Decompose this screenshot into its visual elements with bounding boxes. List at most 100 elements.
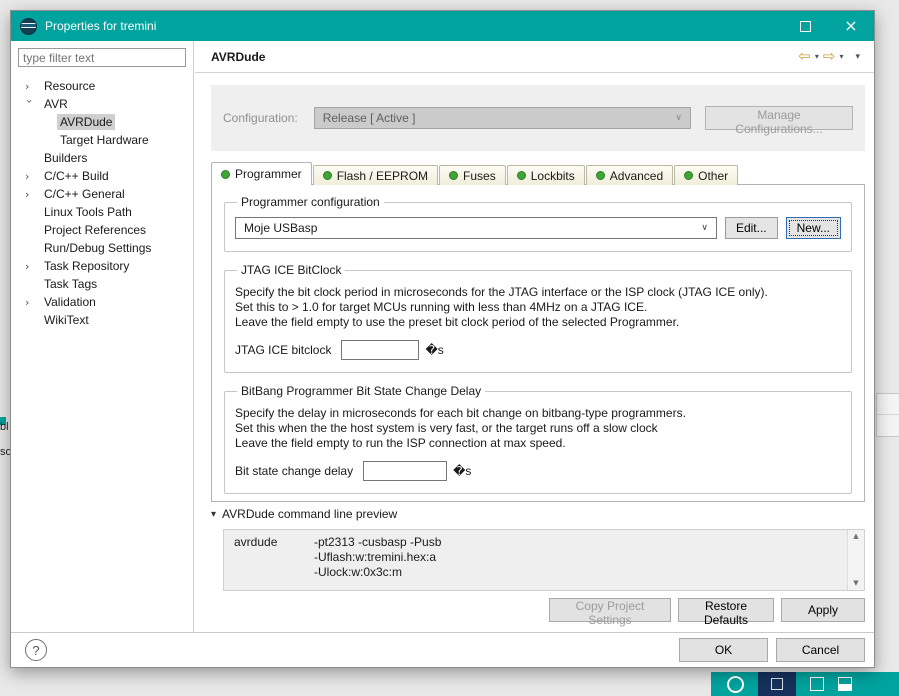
filter-input[interactable] <box>18 48 186 67</box>
chevron-right-icon[interactable]: › <box>25 171 41 182</box>
command-line-preview-toggle[interactable]: ▾ AVRDude command line preview <box>211 507 397 521</box>
tab-fuses[interactable]: Fuses <box>439 165 506 185</box>
chevron-right-icon[interactable]: › <box>25 81 41 92</box>
tab-bar: Programmer Flash / EEPROM Fuses Lockbits… <box>211 162 865 186</box>
back-arrow-icon[interactable]: ⇦ <box>798 49 811 64</box>
eclipse-app-icon <box>20 17 37 35</box>
tab-programmer[interactable]: Programmer <box>211 162 312 186</box>
edit-programmer-button[interactable]: Edit... <box>724 217 778 239</box>
properties-tree: › Resource › AVR AVRDude Target Hardware B… <box>11 77 193 329</box>
tab-advanced[interactable]: Advanced <box>585 165 674 185</box>
cancel-button[interactable]: Cancel <box>776 638 865 662</box>
bit-state-delay-label: Bit state change delay <box>235 464 354 478</box>
forward-arrow-icon[interactable]: ⇨ <box>823 49 836 64</box>
sidebar-item-avr[interactable]: › AVR <box>11 95 193 113</box>
chevron-right-icon[interactable]: › <box>25 261 41 272</box>
sidebar-item-builders[interactable]: Builders <box>11 149 193 167</box>
group-title: Programmer configuration <box>241 195 380 209</box>
manage-configurations-button[interactable]: Manage Configurations... <box>705 106 853 136</box>
restore-defaults-button[interactable]: Restore Defaults <box>678 598 774 627</box>
bit-state-delay-input[interactable] <box>363 461 448 481</box>
command-line: -Uflash:w:tremini.hex:a <box>234 550 838 565</box>
properties-sidebar: ›Resource ›AVR AVRDude Target Hardware B… <box>11 41 194 632</box>
sidebar-item-task-repository[interactable]: › Task Repository <box>11 257 193 275</box>
green-dot-icon <box>221 169 230 179</box>
green-dot-icon <box>516 171 526 180</box>
window-controls: × <box>782 11 874 41</box>
new-programmer-button[interactable]: New... <box>785 217 841 239</box>
page-action-buttons: Copy Project Settings Restore Defaults A… <box>549 598 865 627</box>
command-name: avrdude <box>234 535 278 549</box>
clock-icon[interactable] <box>727 675 744 693</box>
jtag-bitclock-input[interactable] <box>341 340 420 360</box>
close-icon: × <box>844 16 858 35</box>
sidebar-item-task-tags[interactable]: Task Tags <box>11 275 193 293</box>
green-dot-icon <box>449 171 459 180</box>
green-dot-icon <box>684 171 694 180</box>
forward-dropdown-icon[interactable]: ▾ <box>839 52 843 61</box>
window-title: Properties for tremini <box>45 19 157 33</box>
chevron-down-icon: ∨ <box>701 223 708 233</box>
close-button[interactable]: × <box>828 11 874 41</box>
sidebar-item-run-debug-settings[interactable]: Run/Debug Settings <box>11 239 193 257</box>
group-title: JTAG ICE BitClock <box>241 263 342 277</box>
copy-project-settings-button[interactable]: Copy Project Settings <box>549 598 671 627</box>
command-arg: -Ulock:w:0x3c:m <box>314 565 403 579</box>
ok-button[interactable]: OK <box>679 638 768 662</box>
main-panel: AVRDude ⇦ ▾ ⇨ ▾ ▾ Configuration: Release… <box>195 41 874 632</box>
properties-dialog: Properties for tremini × ›Resource ›AVR … <box>10 10 875 668</box>
page-header: AVRDude ⇦ ▾ ⇨ ▾ ▾ <box>195 41 874 73</box>
scroll-down-icon[interactable]: ▼ <box>853 580 858 587</box>
chevron-down-icon[interactable]: › <box>23 99 36 115</box>
bitbang-delay-group: BitBang Programmer Bit State Change Dela… <box>224 384 852 494</box>
green-dot-icon <box>595 171 605 180</box>
taskbar-icon[interactable] <box>810 677 824 691</box>
description-text: Leave the field empty to use the preset … <box>235 315 680 329</box>
tab-content-programmer: Programmer configuration Moje USBasp ∨ E… <box>211 184 865 502</box>
taskbar-fragment <box>711 672 899 696</box>
sidebar-item-linux-tools-path[interactable]: Linux Tools Path <box>11 203 193 221</box>
description-text: Set this when the the host system is ver… <box>235 421 658 435</box>
sidebar-item-cpp-general[interactable]: › C/C++ General <box>11 185 193 203</box>
scroll-up-icon[interactable]: ▲ <box>853 533 858 540</box>
image-icon[interactable] <box>838 677 852 691</box>
taskbar-app-button[interactable] <box>758 672 796 696</box>
description-text: Leave the field empty to run the ISP con… <box>235 436 566 450</box>
configuration-value: Release [ Active ] <box>322 111 416 125</box>
configuration-panel: Configuration: Release [ Active ] ∨ Mana… <box>211 85 865 151</box>
command-line: -Ulock:w:0x3c:m <box>234 565 838 580</box>
maximize-button[interactable] <box>782 11 828 41</box>
programmer-select[interactable]: Moje USBasp ∨ <box>235 217 717 239</box>
dialog-body: ›Resource ›AVR AVRDude Target Hardware B… <box>11 41 874 632</box>
sidebar-item-resource[interactable]: › Resource <box>11 77 193 95</box>
app-window-icon <box>771 678 783 690</box>
command-line-preview-box: avrdude -pt2313 -cusbasp -Pusb -Uflash:w… <box>223 529 865 591</box>
command-arg: -Uflash:w:tremini.hex:a <box>314 550 437 564</box>
chevron-right-icon[interactable]: › <box>25 189 41 200</box>
back-dropdown-icon[interactable]: ▾ <box>815 52 819 61</box>
view-menu-icon[interactable]: ▾ <box>855 52 860 62</box>
background-window-fragment <box>876 393 899 437</box>
sidebar-item-target-hardware[interactable]: Target Hardware <box>11 131 193 149</box>
sidebar-item-project-references[interactable]: Project References <box>11 221 193 239</box>
tab-other[interactable]: Other <box>674 165 739 185</box>
configuration-select[interactable]: Release [ Active ] ∨ <box>313 107 691 129</box>
sidebar-item-wikitext[interactable]: WikiText <box>11 311 193 329</box>
sidebar-item-avrdude[interactable]: AVRDude <box>11 113 193 131</box>
command-line: avrdude -pt2313 -cusbasp -Pusb <box>234 535 838 550</box>
help-button[interactable]: ? <box>25 639 47 661</box>
sidebar-item-cpp-build[interactable]: › C/C++ Build <box>11 167 193 185</box>
chevron-right-icon[interactable]: › <box>25 297 41 308</box>
background-text-fragment: bl <box>0 421 9 433</box>
tab-flash-eeprom[interactable]: Flash / EEPROM <box>312 165 439 185</box>
command-arg: -pt2313 -cusbasp -Pusb <box>314 535 442 549</box>
preview-scrollbar[interactable]: ▲ ▼ <box>847 530 864 590</box>
maximize-icon <box>799 20 811 32</box>
programmer-configuration-group: Programmer configuration Moje USBasp ∨ E… <box>224 195 852 252</box>
history-navigation: ⇦ ▾ ⇨ ▾ ▾ <box>798 49 860 64</box>
sidebar-item-validation[interactable]: › Validation <box>11 293 193 311</box>
tab-lockbits[interactable]: Lockbits <box>506 165 585 185</box>
apply-button[interactable]: Apply <box>781 598 865 622</box>
titlebar[interactable]: Properties for tremini × <box>11 11 874 41</box>
dialog-footer: ? OK Cancel <box>11 632 874 667</box>
